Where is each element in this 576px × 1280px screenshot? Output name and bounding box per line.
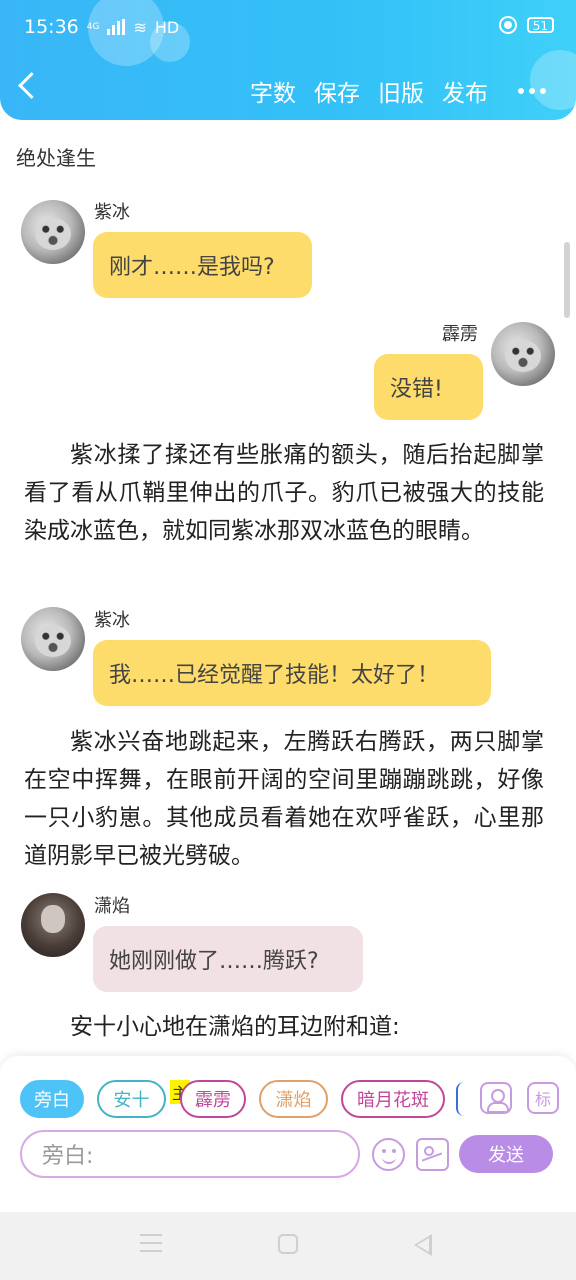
avatar[interactable] — [21, 893, 85, 957]
user-card-icon[interactable] — [480, 1082, 512, 1114]
header-actions: 字数 保存 旧版 发布 — [250, 74, 546, 108]
signal-icon — [107, 19, 126, 35]
character-chip[interactable]: 安十 — [97, 1080, 166, 1118]
character-chip[interactable]: 暗月花斑 — [341, 1080, 445, 1118]
input-placeholder: 旁白: — [42, 1144, 94, 1169]
chapter-title[interactable]: 绝处逢生 — [16, 142, 96, 171]
chip-overflow-indicator — [456, 1082, 464, 1116]
clock: 15:36 — [24, 16, 79, 38]
speaker-name: 霹雳 — [442, 324, 478, 345]
old-version-button[interactable]: 旧版 — [378, 74, 424, 108]
wifi-label: HD — [154, 17, 180, 37]
avatar[interactable] — [21, 200, 85, 264]
narration-text[interactable]: 紫冰兴奋地跳起来，左腾跃右腾跃，两只脚掌在空中挥舞，在眼前开阔的空间里蹦蹦跳跳，… — [24, 723, 544, 875]
app-header: 15:36 4G ≋ HD 51 字数 保存 旧版 发布 — [0, 0, 576, 120]
home-icon[interactable] — [278, 1234, 298, 1254]
chat-bubble[interactable]: 她刚刚做了……腾跃? — [93, 926, 363, 992]
scrollbar[interactable] — [564, 242, 570, 318]
speaker-name: 紫冰 — [94, 610, 130, 631]
battery-icon: 51 — [526, 17, 554, 33]
avatar[interactable] — [21, 607, 85, 671]
avatar[interactable] — [491, 322, 555, 386]
network-type: 4G — [86, 22, 100, 32]
publish-button[interactable]: 发布 — [442, 74, 488, 108]
save-button[interactable]: 保存 — [314, 74, 360, 108]
status-bar-left: 15:36 4G ≋ HD — [24, 16, 179, 38]
tag-icon[interactable]: 标 — [527, 1082, 559, 1114]
system-nav-bar — [0, 1212, 576, 1280]
more-dots-icon[interactable] — [518, 88, 546, 94]
character-chip[interactable]: 霹雳 — [180, 1080, 246, 1118]
battery-level: 51 — [532, 19, 548, 33]
narration-text[interactable]: 安十小心地在潇焰的耳边附和道: — [24, 1008, 544, 1046]
menu-icon[interactable] — [140, 1234, 162, 1252]
character-chip[interactable]: 旁白 — [20, 1080, 84, 1118]
send-button[interactable]: 发送 — [459, 1135, 553, 1173]
wifi-icon: ≋ — [133, 17, 147, 37]
back-triangle-icon[interactable] — [414, 1234, 432, 1256]
image-icon[interactable] — [416, 1138, 449, 1171]
chat-bubble[interactable]: 没错! — [374, 354, 483, 420]
speaker-name: 紫冰 — [94, 202, 130, 223]
chevron-left-icon[interactable] — [18, 72, 45, 99]
character-chip[interactable]: 潇焰 — [259, 1080, 328, 1118]
speaker-name: 潇焰 — [94, 896, 130, 917]
narration-input[interactable]: 旁白: — [20, 1130, 360, 1178]
status-bar-right: 51 — [498, 16, 554, 34]
emoji-icon[interactable] — [372, 1138, 405, 1171]
chat-bubble[interactable]: 我……已经觉醒了技能！太好了！ — [93, 640, 491, 706]
word-count-button[interactable]: 字数 — [250, 74, 296, 108]
record-icon — [498, 16, 517, 34]
chat-bubble[interactable]: 刚才……是我吗? — [93, 232, 312, 298]
narration-text[interactable]: 紫冰揉了揉还有些胀痛的额头，随后抬起脚掌看了看从爪鞘里伸出的爪子。豹爪已被强大的… — [24, 436, 544, 550]
